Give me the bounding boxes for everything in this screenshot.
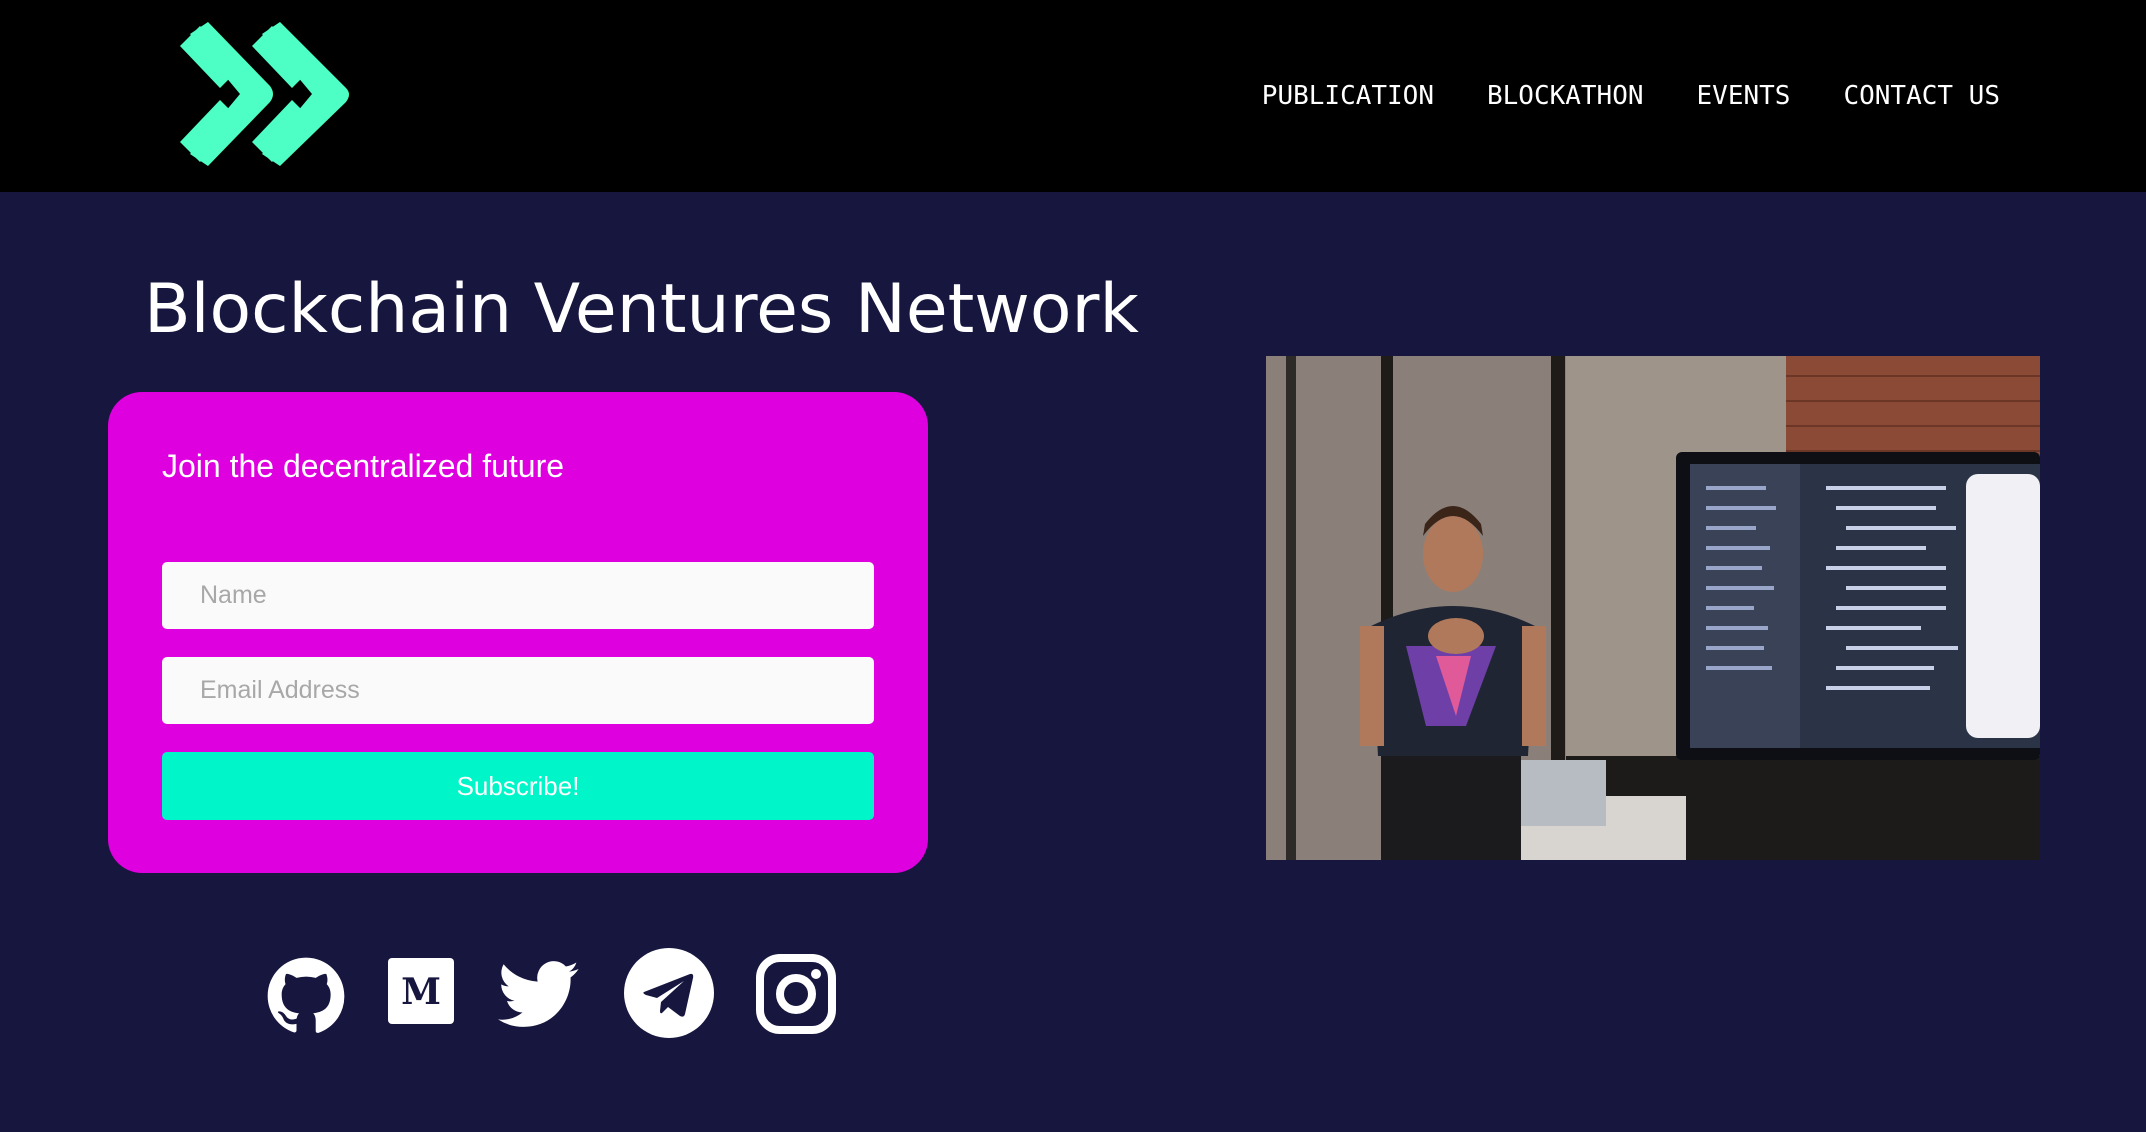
telegram-icon — [624, 948, 714, 1038]
speaker-photo-illustration — [1266, 356, 2040, 860]
github-link[interactable] — [266, 956, 346, 1041]
nav-publication[interactable]: PUBLICATION — [1262, 74, 1434, 118]
email-input[interactable] — [162, 657, 874, 724]
subscribe-button[interactable]: Subscribe! — [162, 752, 874, 820]
page-title: Blockchain Ventures Network — [144, 270, 1139, 349]
nav-contact-us[interactable]: CONTACT US — [1843, 74, 2000, 118]
twitter-icon — [498, 961, 579, 1027]
telegram-link[interactable] — [624, 948, 714, 1043]
instagram-link[interactable] — [756, 954, 836, 1039]
hero-photo — [1266, 356, 2040, 860]
medium-icon: M — [388, 958, 454, 1024]
nav-events[interactable]: EVENTS — [1697, 74, 1791, 118]
main-nav: PUBLICATION BLOCKATHON EVENTS CONTACT US — [1262, 74, 2000, 118]
instagram-icon — [756, 954, 836, 1034]
top-header: PUBLICATION BLOCKATHON EVENTS CONTACT US — [0, 0, 2146, 192]
signup-heading: Join the decentralized future — [162, 448, 565, 484]
svg-text:M: M — [401, 971, 441, 1013]
medium-link[interactable]: M — [388, 958, 454, 1029]
signup-card: Join the decentralized future Subscribe! — [108, 392, 928, 873]
name-input[interactable] — [162, 562, 874, 629]
twitter-link[interactable] — [498, 960, 580, 1035]
logo-icon[interactable] — [180, 22, 355, 167]
nav-blockathon[interactable]: BLOCKATHON — [1487, 74, 1644, 118]
github-icon — [267, 957, 345, 1033]
